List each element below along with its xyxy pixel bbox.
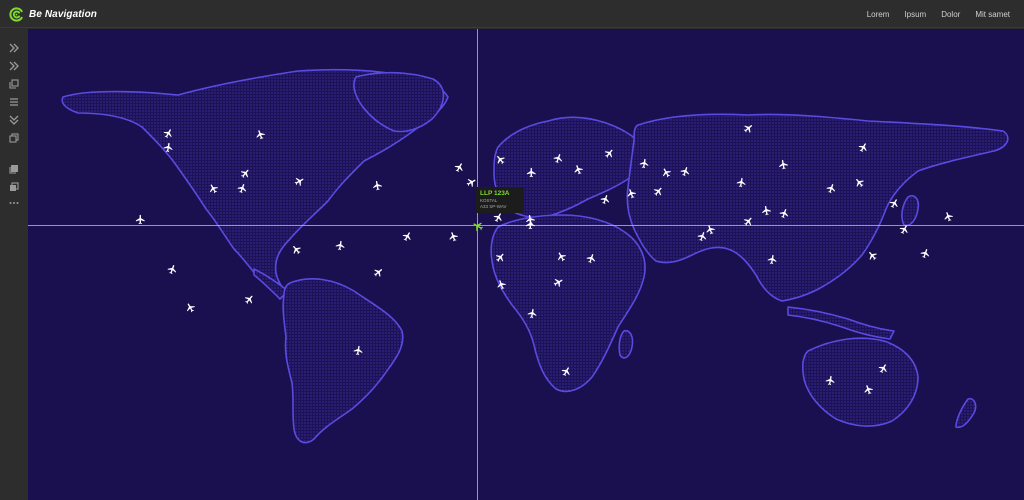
plane-icon[interactable] [899,224,911,236]
sidebar-button-copy[interactable] [6,131,22,145]
plane-icon[interactable] [626,188,638,200]
book-icon [9,165,18,174]
layers-icon [9,79,19,89]
plane-icon[interactable] [779,208,791,220]
plane-icon[interactable] [495,154,507,166]
plane-icon[interactable] [697,231,709,243]
top-bar: Be Navigation Lorem Ipsum Dolor Mit same… [0,0,1024,28]
plane-icon[interactable] [867,250,879,262]
world-map[interactable]: LLP 123A KOSTAL A33 SP-WAV [28,29,1024,500]
plane-icon[interactable] [208,183,220,195]
plane-icon[interactable] [448,231,460,243]
plane-icon[interactable] [185,302,197,314]
plane-icon[interactable] [854,177,866,189]
plane-icon[interactable] [527,308,539,320]
plane-icon[interactable] [553,277,565,289]
menu-icon [10,98,18,106]
plane-icon[interactable] [372,180,384,192]
plane-icon[interactable] [825,375,837,387]
chevrons-right-icon [9,43,19,53]
plane-icon[interactable] [556,251,568,263]
sidebar-button-gallery[interactable] [6,180,22,194]
sidebar-button-expand[interactable] [6,41,22,55]
plane-icon[interactable] [653,186,665,198]
sidebar-button-layers[interactable] [6,77,22,91]
plane-icon[interactable] [495,252,507,264]
chevrons-down-icon [9,115,19,125]
flight-tooltip: LLP 123A KOSTAL A33 SP-WAV [476,187,524,213]
copy-icon [9,133,19,143]
nav-link-dolor[interactable]: Dolor [941,10,960,19]
selected-plane-icon[interactable] [472,220,484,232]
sidebar-button-more[interactable] [6,196,22,210]
plane-icon[interactable] [353,345,365,357]
nav-link-lorem[interactable]: Lorem [867,10,890,19]
sidebar-button-book[interactable] [6,162,22,176]
brand-logo-icon [9,7,23,22]
brand-name: Be Navigation [29,9,97,20]
plane-icon[interactable] [639,158,651,170]
chevrons-right-icon [9,61,19,71]
top-nav: Lorem Ipsum Dolor Mit samet [852,0,1010,28]
plane-icon[interactable] [680,166,692,178]
sidebar [0,28,28,500]
plane-icon[interactable] [240,168,252,180]
plane-icon[interactable] [736,177,748,189]
plane-icon[interactable] [496,279,508,291]
plane-icon[interactable] [237,183,249,195]
plane-icon[interactable] [291,244,303,256]
plane-icon[interactable] [244,294,256,306]
brand[interactable]: Be Navigation [9,6,97,23]
gallery-icon [10,182,19,191]
plane-icon[interactable] [761,205,773,217]
plane-icon[interactable] [525,219,537,231]
nav-link-mit-samet[interactable]: Mit samet [975,10,1010,19]
plane-icon[interactable] [561,366,573,378]
plane-icon[interactable] [863,384,875,396]
plane-icon[interactable] [826,183,838,195]
sidebar-button-menu[interactable] [6,95,22,109]
plane-icon[interactable] [767,254,779,266]
plane-icon[interactable] [163,142,175,154]
plane-icon[interactable] [858,142,870,154]
tooltip-flight-id: LLP 123A [480,190,510,197]
plane-icon[interactable] [889,198,901,210]
sidebar-button-collapse[interactable] [6,113,22,127]
crosshair-vertical [477,29,478,500]
plane-icon[interactable] [878,363,890,375]
sidebar-button-forward[interactable] [6,59,22,73]
plane-icon[interactable] [526,167,538,179]
plane-icon[interactable] [604,148,616,160]
plane-icon[interactable] [661,167,673,179]
plane-icon[interactable] [586,253,598,265]
plane-icon[interactable] [335,240,347,252]
more-icon [9,202,19,204]
plane-icon[interactable] [920,248,932,260]
plane-icon[interactable] [553,153,565,165]
plane-icon[interactable] [943,211,955,223]
plane-icon[interactable] [454,162,466,174]
plane-icon[interactable] [373,267,385,279]
plane-icon[interactable] [573,164,585,176]
plane-icon[interactable] [167,264,179,276]
plane-icon[interactable] [402,231,414,243]
nav-link-ipsum[interactable]: Ipsum [904,10,926,19]
plane-icon[interactable] [743,216,755,228]
tooltip-aircraft: A33 SP-WAV [480,204,507,209]
plane-icon[interactable] [255,129,267,141]
plane-icon[interactable] [778,159,790,171]
plane-icon[interactable] [135,214,147,226]
plane-icon[interactable] [493,212,505,224]
plane-icon[interactable] [743,123,755,135]
plane-icon[interactable] [294,176,306,188]
plane-icon[interactable] [163,128,175,140]
plane-icon[interactable] [600,194,612,206]
